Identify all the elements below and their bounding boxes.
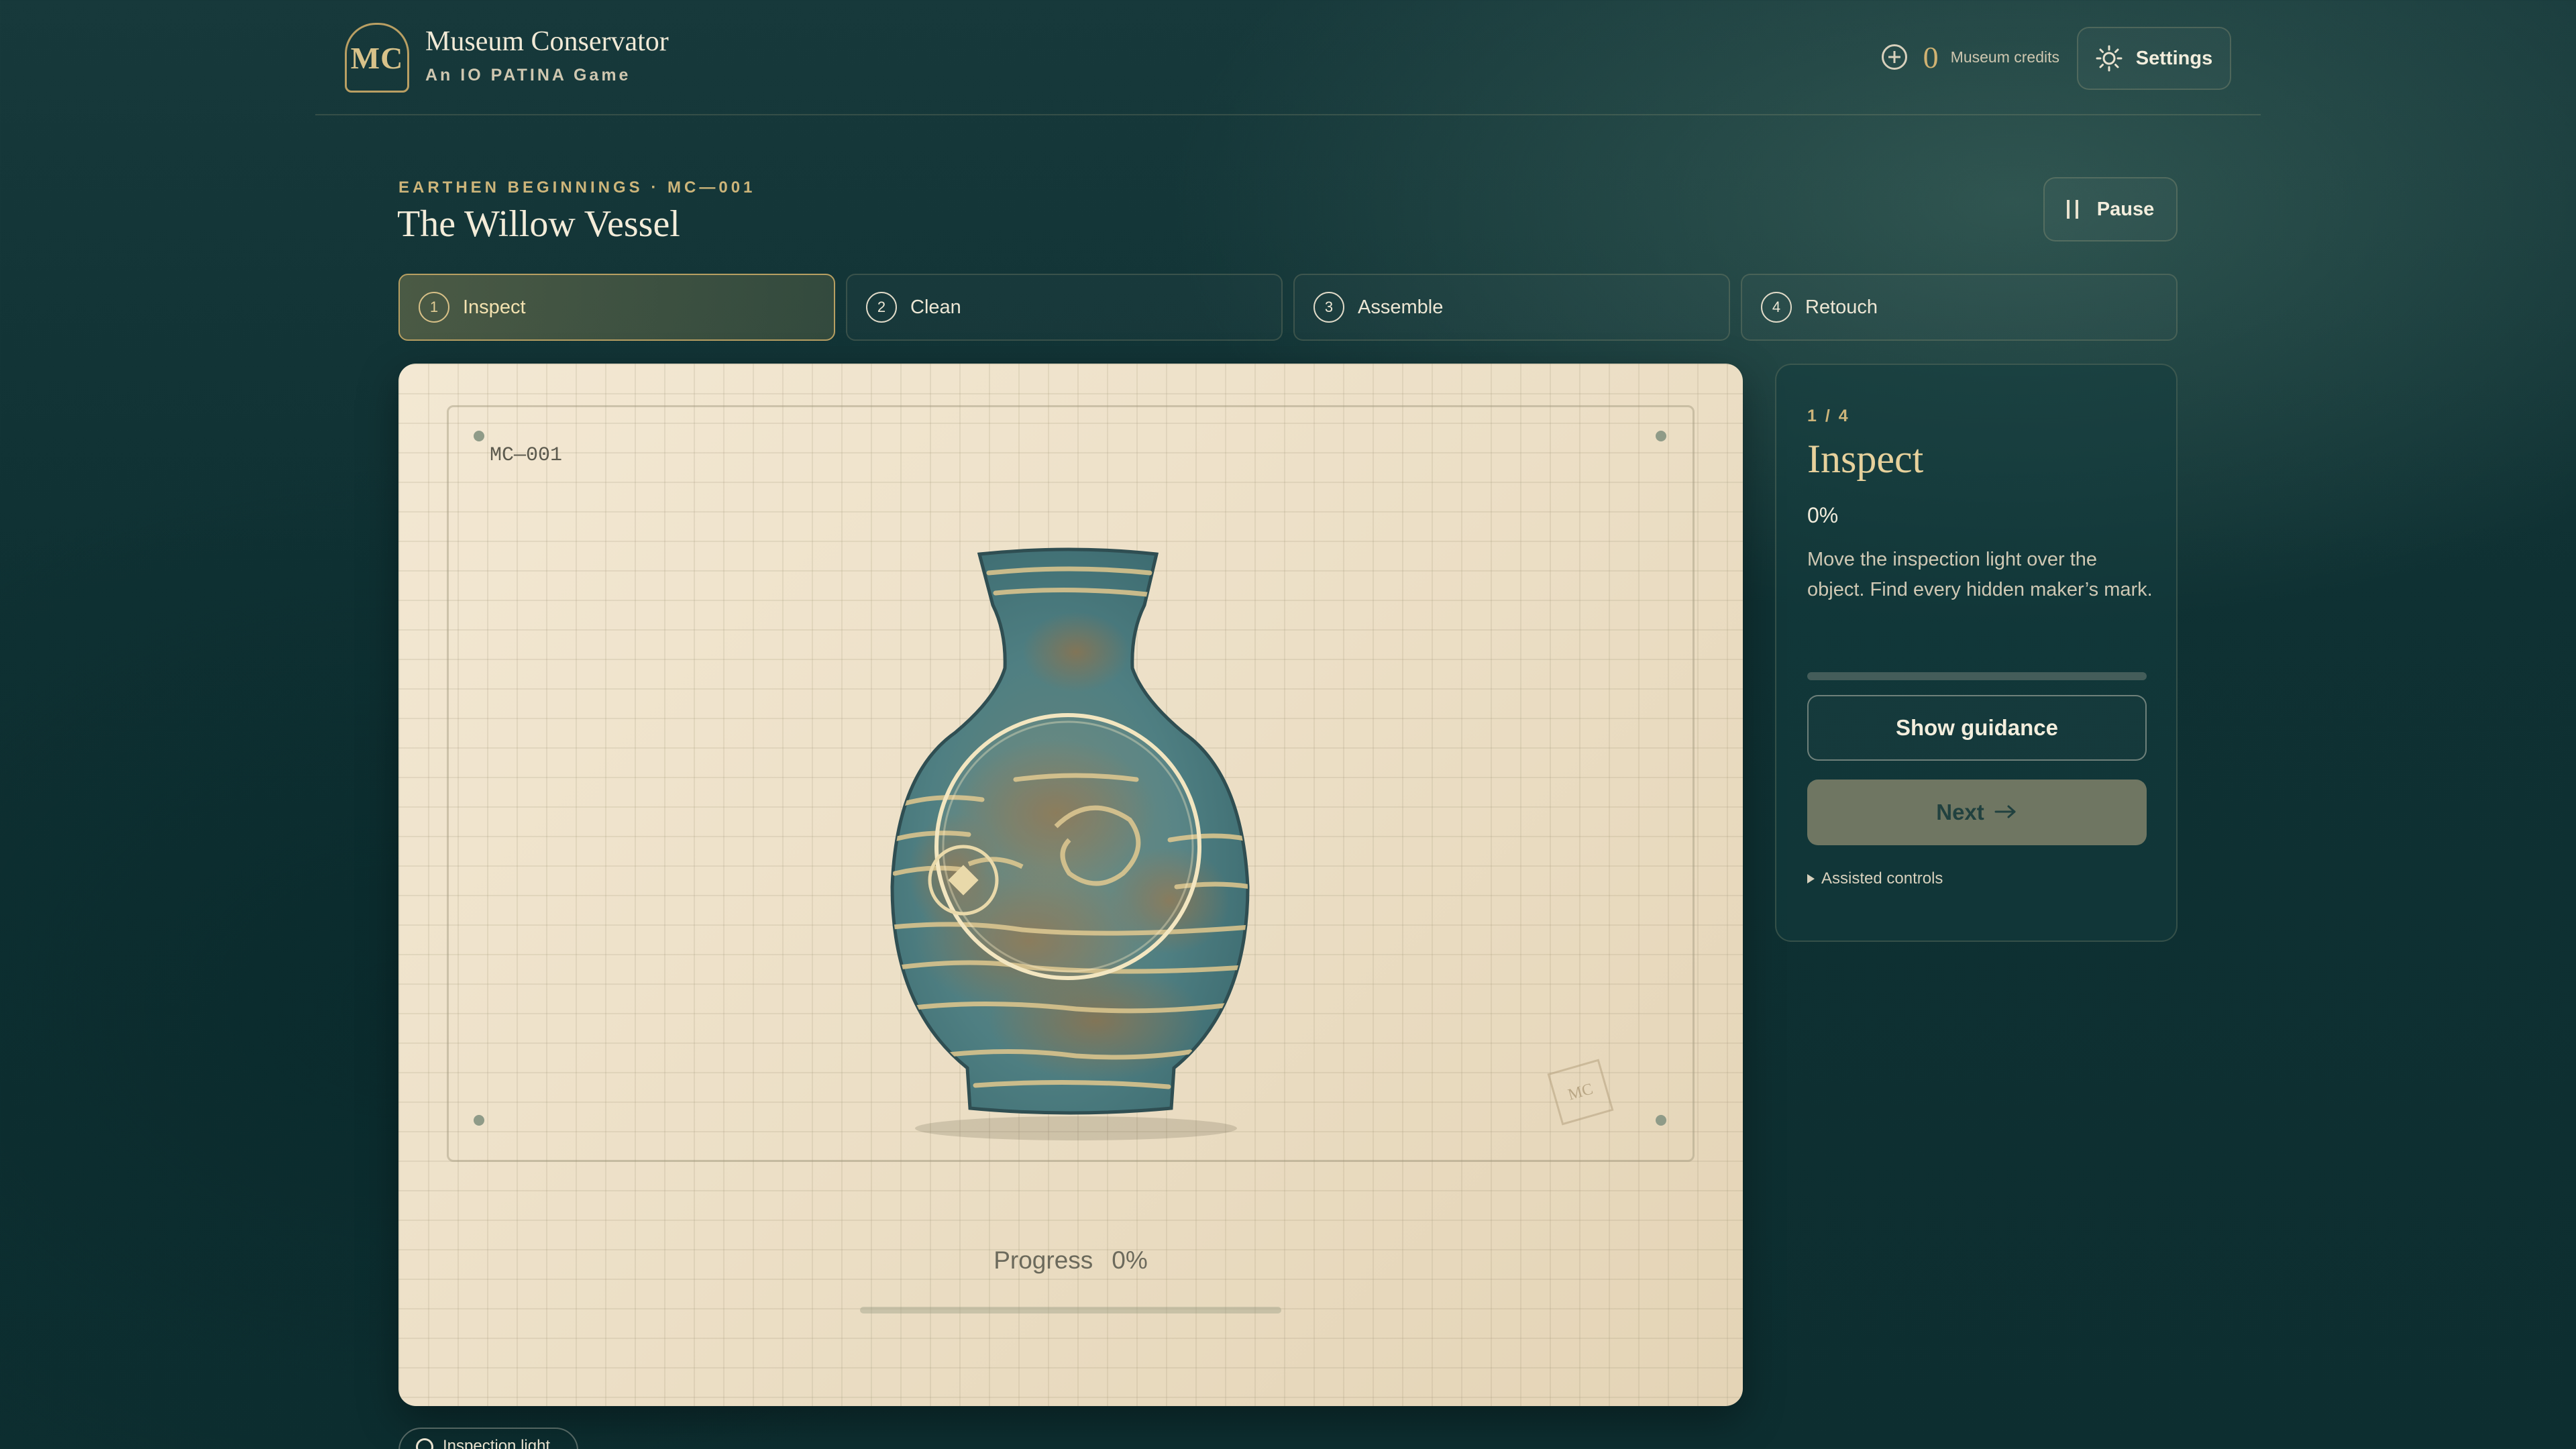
game-title: Museum Conservator	[425, 26, 669, 57]
step-counter: 1 / 4	[1807, 407, 1850, 425]
inspection-light-tool[interactable]: Inspection light	[398, 1428, 578, 1449]
credits-label: Museum credits	[1950, 48, 2059, 66]
catalog-code: MC—001	[490, 444, 563, 467]
step-label: Inspect	[463, 296, 526, 318]
frame-pin	[474, 431, 484, 441]
level-title: The Willow Vessel	[397, 203, 680, 245]
tab-clean[interactable]: 2 Clean	[846, 274, 1283, 341]
pause-button[interactable]: Pause	[2043, 177, 2178, 241]
arrow-right-icon	[1994, 800, 2018, 825]
step-tabs: 1 Inspect 2 Clean 3 Assemble 4 Retouch	[398, 274, 2178, 341]
work-canvas[interactable]: MC—001 MC Progress 0%	[398, 364, 1743, 1406]
top-bar: MC Museum Conservator An IO PATINA Game …	[315, 0, 2261, 115]
step-number: 4	[1761, 292, 1792, 323]
credits-count: 0	[1923, 40, 1939, 74]
game-logo: MC	[345, 23, 409, 93]
pause-label: Pause	[2096, 198, 2155, 220]
panel-description: Move the inspection light over the objec…	[1807, 549, 2153, 600]
pause-icon	[2066, 200, 2078, 219]
frame-pin	[1656, 1115, 1666, 1126]
step-label: Assemble	[1358, 296, 1444, 318]
step-panel: 1 / 4 Inspect 0% Move the inspection lig…	[1775, 364, 2178, 942]
frame-pin	[474, 1115, 484, 1126]
panel-progress-bar	[1807, 672, 2147, 680]
progress-label: Progress	[994, 1246, 1093, 1274]
canvas-progress-text: Progress 0%	[398, 1246, 1743, 1275]
credits-display: 0 Museum credits	[1881, 40, 2059, 74]
game-subtitle: An IO PATINA Game	[425, 66, 631, 85]
frame-pin	[1656, 431, 1666, 441]
sun-icon	[2096, 45, 2123, 72]
tab-assemble[interactable]: 3 Assemble	[1293, 274, 1730, 341]
assisted-controls-toggle[interactable]: Assisted controls	[1807, 869, 1943, 888]
panel-percent: 0%	[1807, 503, 1839, 527]
inspection-light-label: Inspection light	[443, 1437, 551, 1449]
step-number: 1	[419, 292, 449, 323]
tab-retouch[interactable]: 4 Retouch	[1741, 274, 2178, 341]
next-button[interactable]: Next	[1807, 780, 2147, 845]
assisted-controls-label: Assisted controls	[1821, 869, 1943, 888]
settings-label: Settings	[2135, 47, 2213, 69]
step-label: Clean	[910, 296, 961, 318]
level-eyebrow: EARTHEN BEGINNINGS · MC—001	[398, 178, 756, 197]
disclosure-triangle-icon	[1807, 874, 1815, 883]
step-label: Retouch	[1805, 296, 1878, 318]
show-guidance-button[interactable]: Show guidance	[1807, 695, 2147, 761]
panel-title: Inspect	[1807, 437, 1924, 481]
step-number: 2	[866, 292, 897, 323]
canvas-progress-bar	[860, 1307, 1281, 1313]
inspection-light-icon	[416, 1438, 433, 1449]
add-credits-icon[interactable]	[1881, 44, 1907, 70]
progress-value: 0%	[1112, 1246, 1148, 1274]
willow-vessel[interactable]	[855, 525, 1284, 1155]
tab-inspect[interactable]: 1 Inspect	[398, 274, 835, 341]
settings-button[interactable]: Settings	[2077, 27, 2231, 90]
next-label: Next	[1936, 800, 1984, 824]
step-number: 3	[1313, 292, 1344, 323]
